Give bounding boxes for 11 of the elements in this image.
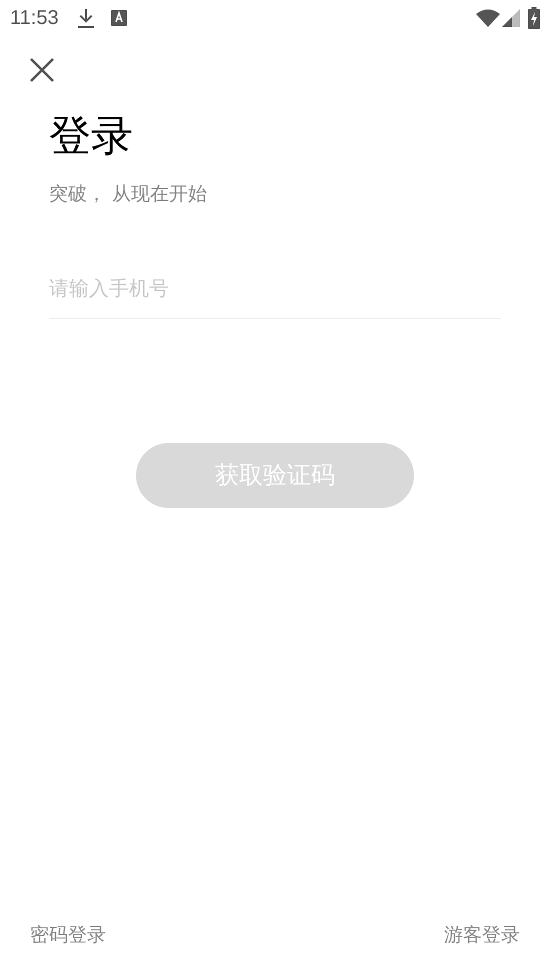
- battery-charging-icon: [528, 7, 540, 29]
- password-login-link[interactable]: 密码登录: [30, 920, 106, 949]
- signal-icon: [502, 9, 520, 27]
- page-title: 登录: [49, 110, 134, 162]
- status-time: 11:53: [10, 6, 59, 31]
- guest-login-link[interactable]: 游客登录: [444, 920, 520, 949]
- wifi-icon: [476, 9, 500, 27]
- subtitle: 突破， 从现在开始: [49, 182, 208, 207]
- close-icon[interactable]: [28, 56, 56, 84]
- keyboard-a-icon: [110, 10, 127, 26]
- download-icon: [76, 7, 95, 29]
